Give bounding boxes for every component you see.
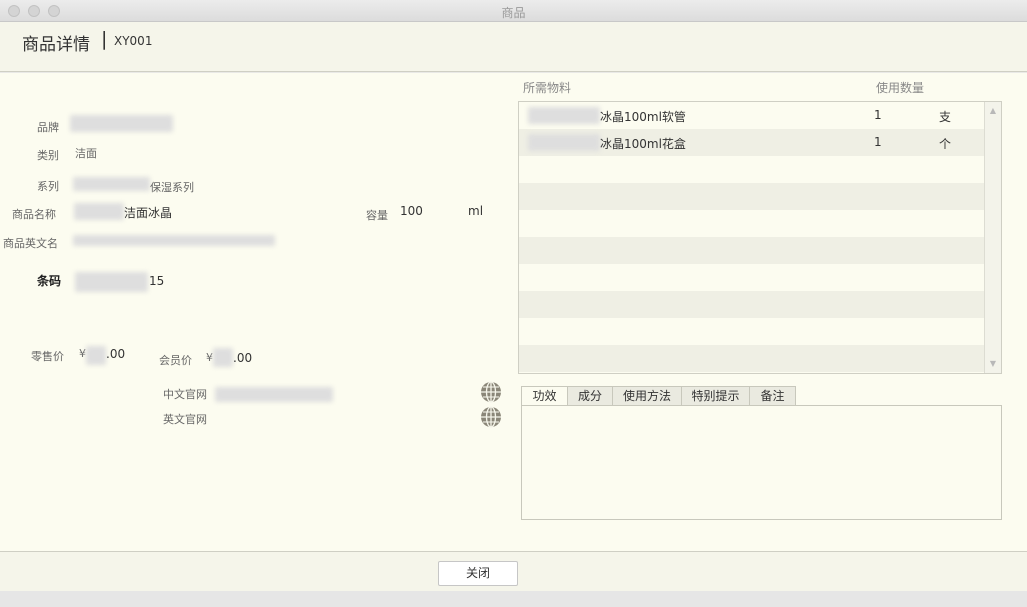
retail-price-label: 零售价 (31, 350, 64, 363)
table-row[interactable] (519, 156, 984, 183)
cn-site-redacted (215, 387, 333, 402)
bottom-strip (0, 591, 1027, 607)
material-unit: 个 (939, 137, 952, 151)
category-value: 洁面 (75, 147, 97, 160)
tab-efficacy[interactable]: 功效 (521, 386, 568, 406)
product-name-label: 商品名称 (12, 208, 56, 221)
material-qty: 1 (874, 135, 882, 149)
material-code-redacted (528, 107, 600, 124)
table-row[interactable] (519, 264, 984, 291)
material-code-redacted (528, 134, 600, 151)
series-value-redacted (73, 177, 150, 191)
footer-bar: 关闭 (0, 551, 1027, 591)
table-row[interactable] (519, 291, 984, 318)
quantity-column-header: 使用数量 (876, 81, 925, 95)
material-name: 冰晶100ml软管 (600, 110, 686, 124)
table-row[interactable] (519, 318, 984, 345)
close-button[interactable]: 关闭 (438, 561, 518, 586)
tab-ingredients[interactable]: 成分 (567, 386, 613, 406)
english-name-label: 商品英文名 (3, 237, 58, 250)
title-separator: | (101, 28, 108, 50)
product-name-redacted (74, 203, 124, 220)
scroll-down-icon[interactable]: ▼ (985, 356, 1001, 372)
table-row[interactable]: 冰晶100ml花盒 1 个 (519, 129, 984, 156)
material-unit: 支 (939, 110, 952, 124)
tab-usage[interactable]: 使用方法 (612, 386, 682, 406)
tab-special-tips[interactable]: 特别提示 (681, 386, 750, 406)
member-price-value: .00 (233, 351, 253, 365)
window-titlebar: 商品 (0, 0, 1027, 22)
retail-price-value: .00 (106, 347, 126, 361)
series-label: 系列 (37, 180, 59, 193)
english-name-redacted (73, 235, 275, 246)
capacity-label: 容量 (366, 209, 388, 222)
brand-value-redacted (70, 115, 173, 132)
materials-column-header: 所需物料 (523, 81, 572, 95)
scroll-up-icon[interactable]: ▲ (985, 103, 1001, 119)
window-title: 商品 (501, 6, 526, 20)
retail-currency: ¥ (79, 347, 86, 360)
en-site-globe-icon[interactable] (480, 406, 502, 428)
material-name: 冰晶100ml花盒 (600, 137, 686, 151)
tab-notes[interactable]: 备注 (749, 386, 796, 406)
cn-site-label: 中文官网 (163, 388, 207, 401)
capacity-value: 100 (400, 204, 423, 218)
brand-label: 品牌 (37, 121, 59, 134)
table-row[interactable] (519, 210, 984, 237)
member-price-label: 会员价 (159, 354, 192, 367)
table-row[interactable] (519, 237, 984, 264)
product-name-value: 洁面冰晶 (124, 206, 173, 220)
table-row[interactable] (519, 345, 984, 372)
product-code: XY001 (114, 34, 153, 48)
barcode-redacted (75, 272, 148, 292)
tab-content-panel[interactable] (521, 405, 1002, 520)
member-price-redacted (213, 348, 233, 367)
table-row[interactable] (519, 183, 984, 210)
retail-price-redacted (86, 346, 106, 365)
cn-site-globe-icon[interactable] (480, 381, 502, 403)
table-row[interactable]: 冰晶100ml软管 1 支 (519, 102, 984, 129)
page-header: 商品详情 | XY001 (0, 22, 1027, 72)
capacity-unit: ml (468, 204, 484, 218)
category-label: 类别 (37, 149, 59, 162)
en-site-label: 英文官网 (163, 413, 207, 426)
materials-table[interactable]: 冰晶100ml软管 1 支 冰晶100ml花盒 1 个 ▲ ▼ (518, 101, 1002, 374)
barcode-label: 条码 (37, 274, 62, 288)
materials-scrollbar[interactable]: ▲ ▼ (984, 102, 1001, 373)
barcode-value: 15 (149, 274, 165, 288)
page-title: 商品详情 (22, 35, 90, 55)
series-value: 保湿系列 (150, 181, 194, 194)
material-qty: 1 (874, 108, 882, 122)
member-currency: ¥ (206, 351, 213, 364)
